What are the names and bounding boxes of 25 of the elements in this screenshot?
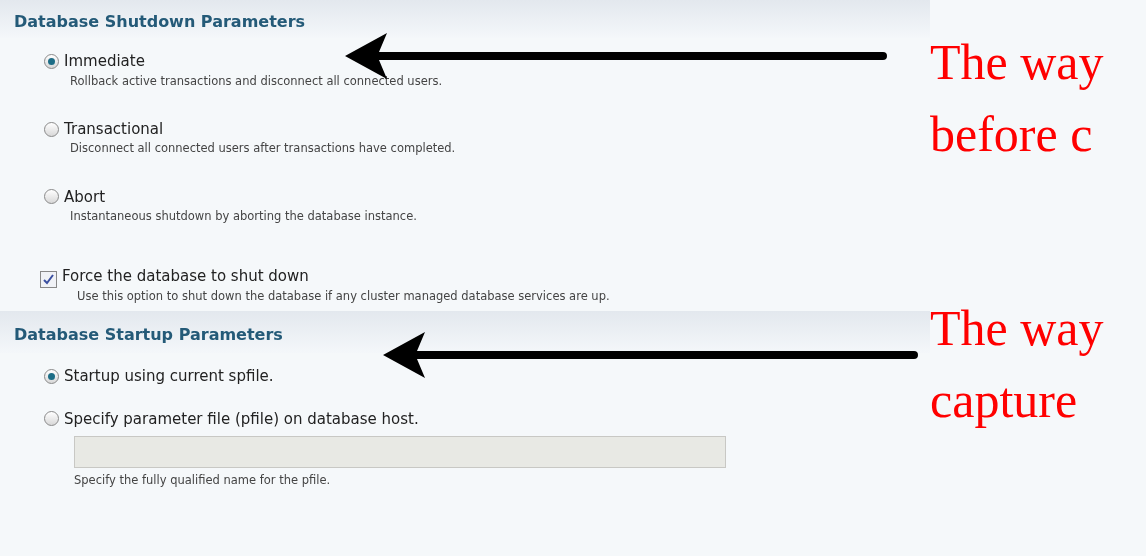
arrow-icon xyxy=(383,332,918,378)
annotation-text: The way xyxy=(930,299,1105,358)
option-description: Rollback active transactions and disconnect all connected users. xyxy=(70,72,444,90)
radio-button[interactable] xyxy=(44,121,59,137)
check-icon xyxy=(43,273,54,285)
checkbox-label: Force the database to shut down xyxy=(62,266,309,288)
radio-button[interactable] xyxy=(44,368,59,384)
radio-button[interactable] xyxy=(44,189,59,205)
radio-label: Specify parameter file (pfile) on database host. xyxy=(64,408,419,430)
annotation-text: capture xyxy=(930,371,1079,430)
radio-button[interactable] xyxy=(44,411,59,427)
annotation-text: before c xyxy=(930,105,1094,164)
option-description: Disconnect all connected users after transactions have completed. xyxy=(70,140,457,158)
annotation-text: The way xyxy=(930,33,1105,92)
radio-label: Transactional xyxy=(64,118,164,140)
checkbox[interactable] xyxy=(40,270,57,288)
option-description: Use this option to shut down the database if any cluster managed database services are up. xyxy=(77,287,611,305)
radio-label: Abort xyxy=(64,186,105,208)
section-title: Database Startup Parameters xyxy=(14,324,283,346)
radio-label: Startup using current spfile. xyxy=(64,366,274,387)
field-hint: Specify the fully qualified name for the pfile. xyxy=(74,472,332,489)
option-description: Instantaneous shutdown by aborting the database instance. xyxy=(70,208,418,225)
section-title: Database Shutdown Parameters xyxy=(14,11,306,33)
radio-button[interactable] xyxy=(44,53,59,69)
radio-label: Immediate xyxy=(64,51,145,72)
